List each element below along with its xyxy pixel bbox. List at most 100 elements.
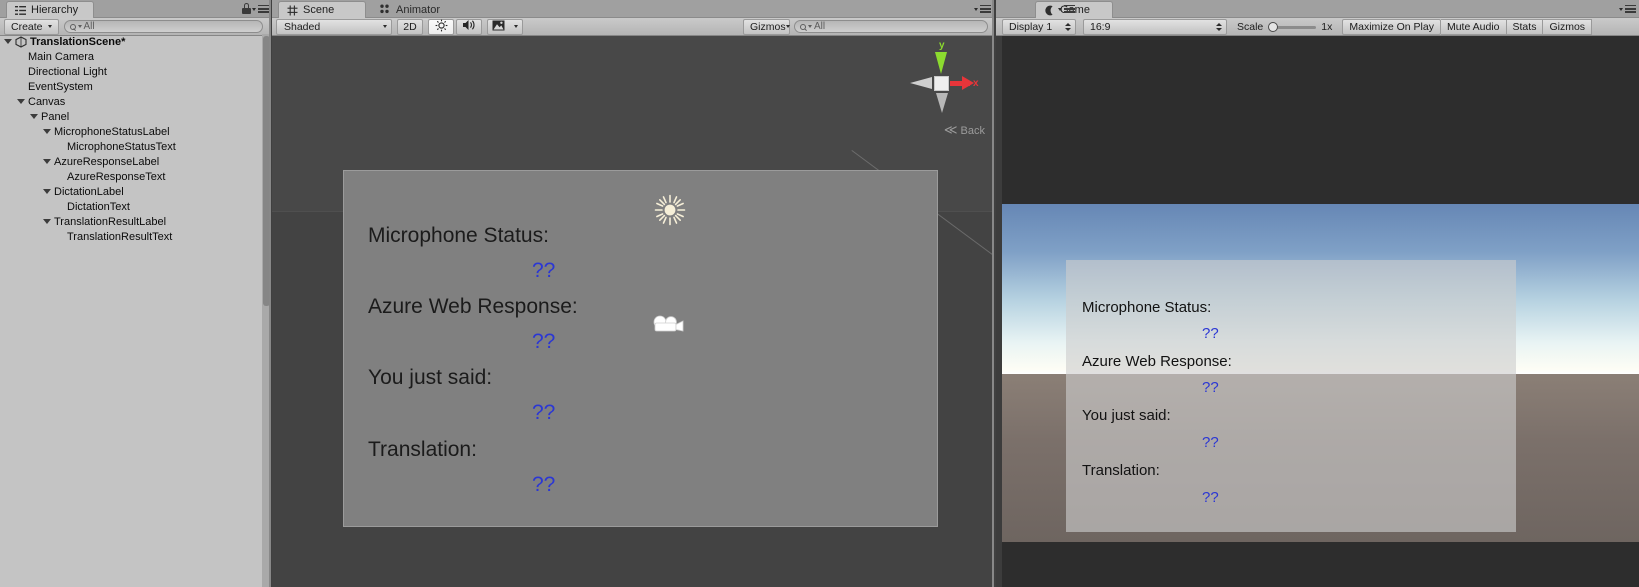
hierarchy-item-azureresponsetext[interactable]: AzureResponseText [0, 169, 271, 184]
tab-scene[interactable]: Scene [278, 1, 366, 18]
game-ui-panel[interactable]: Microphone Status: ?? Azure Web Response… [1066, 260, 1516, 532]
hierarchy-icon [15, 5, 26, 16]
tab-scene-label: Scene [303, 4, 335, 16]
hierarchy-item-label: Directional Light [28, 65, 107, 78]
aspect-label: 16:9 [1090, 20, 1111, 33]
tab-hierarchy[interactable]: Hierarchy [6, 1, 94, 18]
axis-y-negative-cone[interactable] [936, 93, 948, 113]
scene-search-placeholder: All [814, 21, 826, 32]
toggle-2d-button[interactable]: 2D [397, 18, 423, 35]
lock-icon[interactable] [242, 3, 251, 14]
draw-mode-dropdown[interactable]: Shaded [276, 18, 392, 35]
hierarchy-scene-name: TranslationScene* [30, 35, 126, 48]
scene-tabstrip: Scene Animator [272, 0, 994, 18]
chevron-down-icon[interactable] [17, 99, 25, 104]
stats-label: Stats [1512, 20, 1537, 33]
hierarchy-search-input[interactable]: All [63, 20, 263, 33]
hierarchy-item-label: Main Camera [28, 50, 95, 63]
mute-audio-button[interactable]: Mute Audio [1440, 18, 1507, 35]
scene-orientation-gizmo[interactable]: y x [898, 40, 979, 116]
hierarchy-item-microphonestatustext[interactable]: MicrophoneStatusText [0, 139, 271, 154]
scene-view-orientation-label[interactable]: ≪ Back [944, 122, 985, 138]
hierarchy-item-label: AzureResponseLabel [54, 155, 160, 168]
hierarchy-tabstrip: Hierarchy [0, 0, 271, 18]
chevron-down-icon[interactable] [43, 219, 51, 224]
stats-button[interactable]: Stats [1506, 18, 1544, 35]
scale-label: Scale [1237, 20, 1264, 33]
display-dropdown[interactable]: Display 1 [1002, 18, 1076, 35]
lighting-toggle-button[interactable] [428, 18, 454, 35]
scene-toolbar: Shaded 2D Gizmos All [272, 18, 994, 36]
search-filter-chevron-icon [808, 25, 812, 28]
tab-hierarchy-label: Hierarchy [31, 4, 79, 16]
game-tabstrip: Game [996, 0, 1639, 18]
scale-slider[interactable] [1268, 21, 1317, 32]
hierarchy-item-eventsystem[interactable]: EventSystem [0, 79, 271, 94]
scene-search-input[interactable]: All [794, 20, 988, 33]
scene-view-orientation-text: Back [960, 125, 985, 137]
sun-gizmo-icon[interactable] [654, 194, 686, 231]
updown-arrows-icon [1216, 22, 1222, 31]
pane-menu-icon[interactable] [252, 5, 269, 13]
scene-canvas-panel[interactable]: Microphone Status: ?? Azure Web Response… [343, 170, 938, 527]
scale-slider-group[interactable]: Scale 1x [1237, 21, 1332, 33]
hierarchy-item-dictationlabel[interactable]: DictationLabel [0, 184, 271, 199]
hierarchy-item-translationresulttext[interactable]: TranslationResultText [0, 229, 271, 244]
game-label-translation: Translation: [1082, 462, 1160, 479]
hierarchy-item-canvas[interactable]: Canvas [0, 94, 271, 109]
aspect-dropdown[interactable]: 16:9 [1083, 18, 1227, 35]
pane-menu-icon-left[interactable] [1058, 5, 1075, 13]
draw-mode-label: Shaded [284, 20, 321, 33]
hierarchy-item-microphonestatuslabel[interactable]: MicrophoneStatusLabel [0, 124, 271, 139]
hierarchy-item-translationresultlabel[interactable]: TranslationResultLabel [0, 214, 271, 229]
game-icon [1044, 5, 1055, 16]
chevron-down-icon[interactable] [30, 114, 38, 119]
game-viewport[interactable]: Microphone Status: ?? Azure Web Response… [1002, 36, 1639, 587]
gizmos-label: Gizmos [750, 20, 786, 33]
tab-animator[interactable]: Animator [372, 1, 450, 18]
hierarchy-item-panel[interactable]: Panel [0, 109, 271, 124]
effects-toggle-button[interactable] [487, 18, 509, 35]
pane-menu-icon[interactable] [1619, 5, 1636, 13]
game-label-azure-response: Azure Web Response: [1082, 353, 1232, 370]
chevron-down-icon[interactable] [43, 159, 51, 164]
pane-menu-icon[interactable] [974, 5, 991, 13]
scale-slider-handle[interactable] [1268, 21, 1279, 32]
game-value-translation: ?? [1202, 489, 1219, 506]
hierarchy-scene-splitter[interactable] [269, 0, 271, 587]
hierarchy-item-dictationtext[interactable]: DictationText [0, 199, 271, 214]
mute-audio-label: Mute Audio [1446, 20, 1500, 33]
effects-dropdown[interactable] [509, 18, 523, 35]
scene-game-splitter[interactable] [992, 0, 994, 587]
scene-label-azure-response: Azure Web Response: [368, 295, 578, 318]
hierarchy-item-directional light[interactable]: Directional Light [0, 64, 271, 79]
unity-scene-icon [15, 35, 27, 48]
game-value-you-just-said: ?? [1202, 434, 1219, 451]
axis-y-cone[interactable] [935, 52, 947, 74]
chevron-down-icon[interactable] [43, 129, 51, 134]
hierarchy-rows: Main Camera Directional Light EventSystem C… [0, 49, 271, 244]
game-render-area: Microphone Status: ?? Azure Web Response… [1002, 204, 1639, 542]
hierarchy-tree[interactable]: TranslationScene* Main Camera Directional… [0, 34, 271, 587]
axis-z-cone[interactable] [910, 77, 932, 89]
game-gizmos-button[interactable]: Gizmos [1543, 18, 1593, 35]
create-button[interactable]: Create [4, 18, 59, 35]
gizmos-dropdown[interactable]: Gizmos [743, 18, 790, 35]
chevron-down-icon[interactable] [43, 189, 51, 194]
hierarchy-scene-row[interactable]: TranslationScene* [0, 34, 271, 49]
scene-viewport[interactable]: Microphone Status: ?? Azure Web Response… [272, 36, 992, 587]
scene-view-panel: Scene Animator Shaded 2D Gizmos All Micr… [272, 0, 994, 587]
camera-gizmo-icon[interactable] [650, 312, 686, 343]
game-label-microphone-status: Microphone Status: [1082, 299, 1212, 316]
maximize-on-play-label: Maximize On Play [1349, 20, 1434, 33]
maximize-on-play-button[interactable]: Maximize On Play [1342, 18, 1441, 35]
hierarchy-item-azureresponselabel[interactable]: AzureResponseLabel [0, 154, 271, 169]
scene-label-translation: Translation: [368, 438, 477, 461]
audio-toggle-button[interactable] [456, 18, 482, 35]
hierarchy-item-label: DictationText [67, 200, 130, 213]
hierarchy-item-label: MicrophoneStatusText [67, 140, 176, 153]
effects-image-icon [492, 20, 505, 34]
hierarchy-item-main camera[interactable]: Main Camera [0, 49, 271, 64]
orientation-gizmo-cube[interactable] [934, 76, 949, 91]
chevron-down-icon[interactable] [4, 39, 12, 44]
